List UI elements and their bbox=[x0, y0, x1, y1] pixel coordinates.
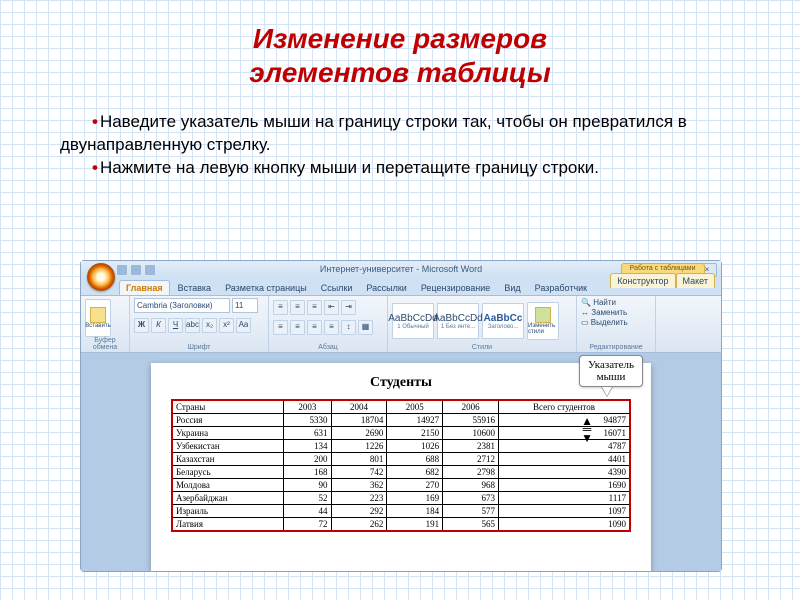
bold-button[interactable]: Ж bbox=[134, 318, 149, 333]
students-table[interactable]: Страны2003200420052006Всего студентов Ро… bbox=[171, 399, 631, 532]
shading-button[interactable]: ▦ bbox=[358, 320, 373, 335]
callout-pointer: Указательмыши bbox=[579, 355, 643, 396]
table-row[interactable]: Узбекистан1341226102623814787 bbox=[172, 440, 630, 453]
font-size-combo[interactable]: 11 bbox=[232, 298, 258, 313]
style-normal[interactable]: AaBbCcDd1 Обычный bbox=[392, 303, 434, 339]
tab-references[interactable]: Ссылки bbox=[315, 281, 359, 295]
document-page: Студенты Страны2003200420052006Всего сту… bbox=[151, 363, 651, 571]
italic-button[interactable]: К bbox=[151, 318, 166, 333]
tab-page-layout[interactable]: Разметка страницы bbox=[219, 281, 313, 295]
tab-home[interactable]: Главная bbox=[119, 280, 170, 295]
case-button[interactable]: Aa bbox=[236, 318, 251, 333]
align-justify-button[interactable]: ≡ bbox=[324, 320, 339, 335]
body-text: •Наведите указатель мыши на границу стро… bbox=[60, 111, 740, 180]
table-row[interactable]: Россия533018704149275591694877 bbox=[172, 414, 630, 427]
table-row[interactable]: Азербайджан522231696731117 bbox=[172, 492, 630, 505]
align-left-button[interactable]: ≡ bbox=[273, 320, 288, 335]
align-right-button[interactable]: ≡ bbox=[307, 320, 322, 335]
change-styles-button[interactable]: Изменить стили bbox=[527, 302, 559, 340]
sup-button[interactable]: x² bbox=[219, 318, 234, 333]
tab-layout[interactable]: Макет bbox=[676, 273, 715, 288]
table-header: 2004 bbox=[331, 400, 387, 414]
tab-developer[interactable]: Разработчик bbox=[529, 281, 593, 295]
font-name-combo[interactable]: Cambria (Заголовки) bbox=[134, 298, 230, 313]
tab-review[interactable]: Рецензирование bbox=[415, 281, 497, 295]
select-button[interactable]: ▭ Выделить bbox=[581, 318, 628, 327]
word-screenshot: Интернет-университет - Microsoft Word _ … bbox=[80, 260, 722, 572]
table-row[interactable]: Казахстан20080168827124401 bbox=[172, 453, 630, 466]
context-tab-group: Работа с таблицами Конструктор Макет bbox=[610, 263, 715, 288]
table-header: 2003 bbox=[284, 400, 331, 414]
table-header: 2006 bbox=[443, 400, 499, 414]
bullet-icon: • bbox=[92, 158, 98, 177]
tab-view[interactable]: Вид bbox=[498, 281, 526, 295]
table-row[interactable]: Украина631269021501060016071 bbox=[172, 427, 630, 440]
style-heading[interactable]: AaBbCcЗаголово... bbox=[482, 303, 524, 339]
align-center-button[interactable]: ≡ bbox=[290, 320, 305, 335]
table-row[interactable]: Молдова903622709681690 bbox=[172, 479, 630, 492]
table-row[interactable]: Беларусь16874268227984390 bbox=[172, 466, 630, 479]
ribbon: Вставить Буфер обмена Cambria (Заголовки… bbox=[81, 295, 721, 353]
document-area[interactable]: Указательмыши ▲═▼ Студенты Страны2003200… bbox=[81, 353, 721, 571]
tab-mailings[interactable]: Рассылки bbox=[360, 281, 412, 295]
table-row[interactable]: Израиль442921845771097 bbox=[172, 505, 630, 518]
bullets-button[interactable]: ≡ bbox=[273, 300, 288, 315]
resize-cursor-icon: ▲═▼ bbox=[581, 417, 593, 442]
spacing-button[interactable]: ↕ bbox=[341, 320, 356, 335]
slide-title: Изменение размеровэлементов таблицы bbox=[0, 22, 800, 89]
indent-dec-button[interactable]: ⇤ bbox=[324, 300, 339, 315]
style-no-spacing[interactable]: AaBbCcDd1 Без инте... bbox=[437, 303, 479, 339]
table-title: Студенты bbox=[171, 375, 631, 391]
quick-access-toolbar[interactable] bbox=[117, 265, 155, 275]
underline-button[interactable]: Ч bbox=[168, 318, 183, 333]
styles-icon bbox=[535, 307, 551, 323]
paste-button[interactable]: Вставить bbox=[85, 299, 111, 337]
paste-icon bbox=[90, 307, 106, 323]
tab-design[interactable]: Конструктор bbox=[610, 273, 675, 288]
multilevel-button[interactable]: ≡ bbox=[307, 300, 322, 315]
numbering-button[interactable]: ≡ bbox=[290, 300, 305, 315]
table-header: Страны bbox=[172, 400, 284, 414]
bullet-icon: • bbox=[92, 112, 98, 131]
table-header: 2005 bbox=[387, 400, 443, 414]
replace-button[interactable]: ↔ Заменить bbox=[581, 308, 627, 317]
table-header: Всего студентов bbox=[498, 400, 630, 414]
strike-button[interactable]: abc bbox=[185, 318, 200, 333]
sub-button[interactable]: x₂ bbox=[202, 318, 217, 333]
table-row[interactable]: Латвия722621915651090 bbox=[172, 518, 630, 532]
find-button[interactable]: 🔍 Найти bbox=[581, 298, 616, 307]
indent-inc-button[interactable]: ⇥ bbox=[341, 300, 356, 315]
ribbon-tabs: Главная Вставка Разметка страницы Ссылки… bbox=[81, 277, 721, 295]
tab-insert[interactable]: Вставка bbox=[172, 281, 217, 295]
